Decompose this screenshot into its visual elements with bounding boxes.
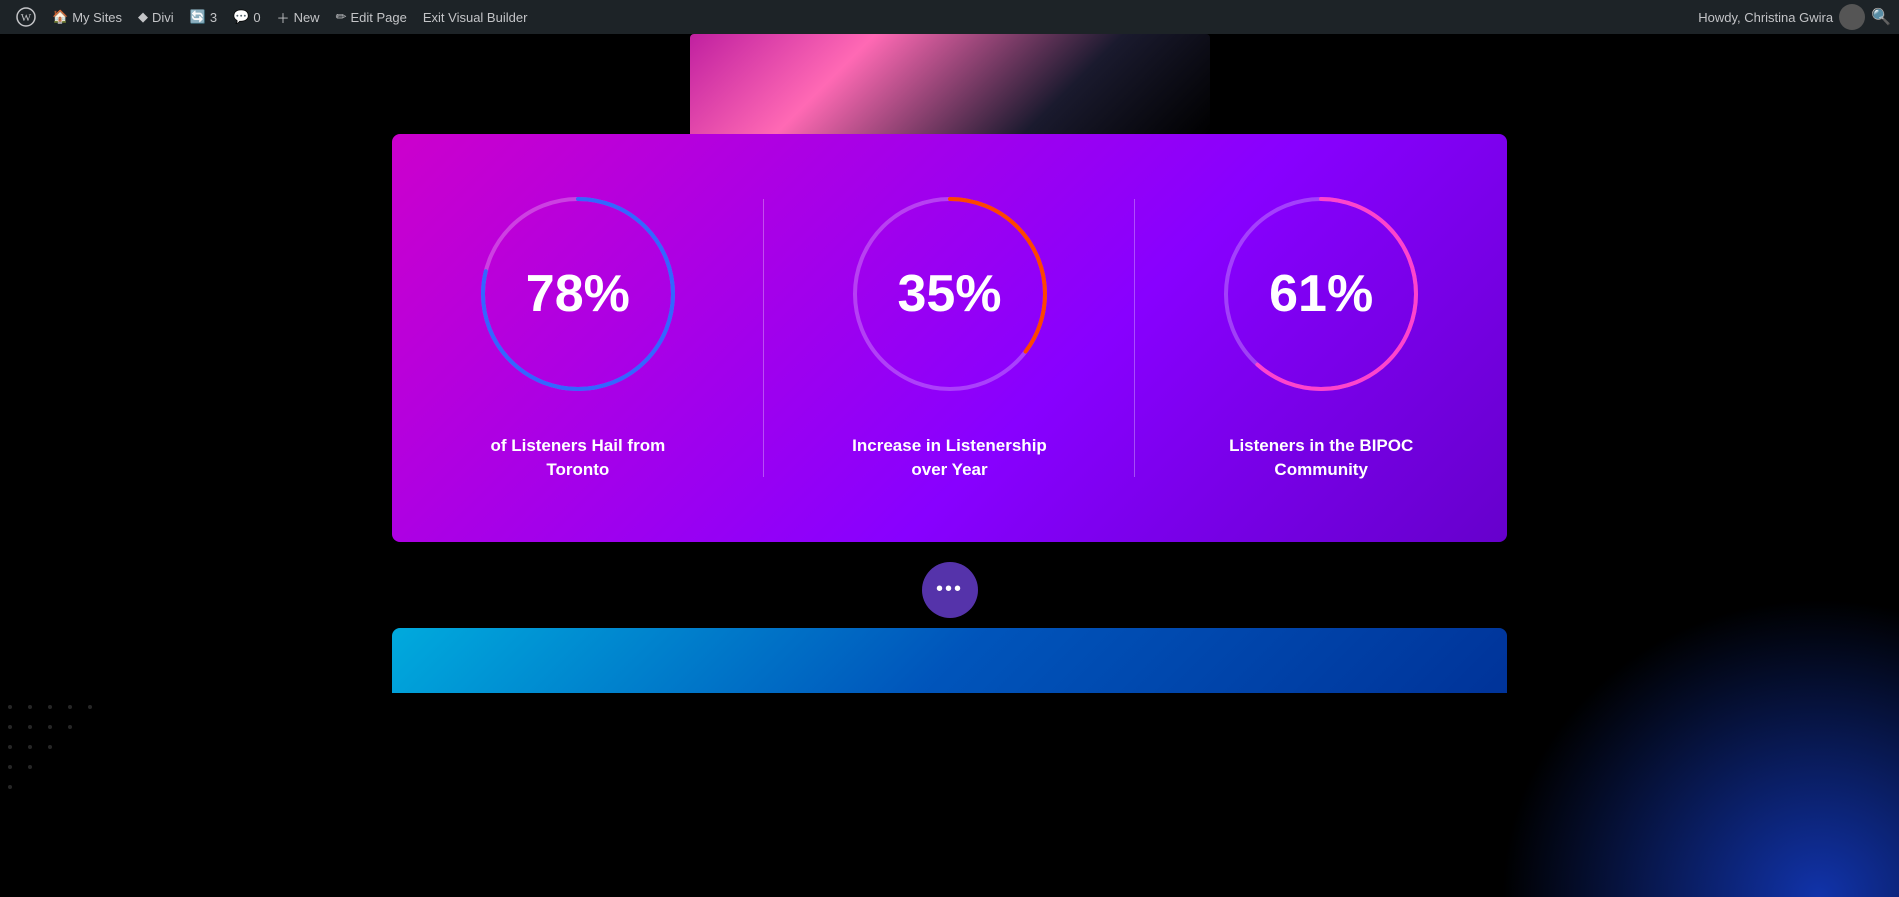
svg-text:W: W — [21, 12, 32, 24]
edit-page-label: Edit Page — [350, 10, 406, 25]
howdy-text: Howdy, Christina Gwira — [1698, 10, 1833, 25]
circle-bipoc: 61% — [1211, 184, 1431, 404]
circle-listenership: 35% — [840, 184, 1060, 404]
exit-visual-builder-button[interactable]: Exit Visual Builder — [415, 0, 536, 34]
stat-value-toronto: 78% — [526, 264, 630, 324]
page-content: 78% of Listeners Hail from Toronto 35% I… — [0, 34, 1899, 897]
hero-image-area — [0, 34, 1899, 134]
stat-item-bipoc: 61% Listeners in the BIPOC Community — [1135, 164, 1507, 512]
edit-page-button[interactable]: ✏ Edit Page — [328, 0, 415, 34]
comments-count: 0 — [253, 10, 260, 25]
next-section-preview — [392, 628, 1507, 693]
stat-label-toronto: of Listeners Hail from Toronto — [468, 434, 688, 482]
divi-label: Divi — [152, 10, 174, 25]
new-menu[interactable]: ＋ New — [269, 0, 328, 34]
search-icon[interactable]: 🔍 — [1871, 7, 1891, 27]
home-icon: 🏠 — [52, 9, 68, 25]
my-sites-label: My Sites — [72, 10, 122, 25]
stat-label-bipoc: Listeners in the BIPOC Community — [1211, 434, 1431, 482]
bottom-area: ••• — [0, 562, 1899, 693]
admin-bar-right: Howdy, Christina Gwira 🔍 — [1698, 4, 1891, 30]
divi-icon: ◆ — [138, 9, 148, 25]
comments-menu[interactable]: 💬 0 — [225, 0, 268, 34]
comments-icon: 💬 — [233, 9, 249, 25]
dots-icon: ••• — [936, 578, 963, 601]
stat-item-toronto: 78% of Listeners Hail from Toronto — [392, 164, 764, 512]
section-settings-button[interactable]: ••• — [922, 562, 978, 618]
decorative-dots — [0, 697, 220, 817]
stat-item-listenership: 35% Increase in Listenership over Year — [764, 164, 1136, 512]
stat-label-listenership: Increase in Listenership over Year — [840, 434, 1060, 482]
wp-logo-button[interactable]: W — [8, 0, 44, 34]
new-label: New — [294, 10, 320, 25]
hero-image — [690, 34, 1210, 134]
admin-bar: W 🏠 My Sites ◆ Divi 🔄 3 💬 0 ＋ New ✏ Edit… — [0, 0, 1899, 34]
divi-menu[interactable]: ◆ Divi — [130, 0, 182, 34]
stat-value-listenership: 35% — [897, 264, 1001, 324]
circle-toronto: 78% — [468, 184, 688, 404]
edit-icon: ✏ — [336, 9, 347, 25]
updates-count: 3 — [210, 10, 217, 25]
avatar[interactable] — [1839, 4, 1865, 30]
stat-value-bipoc: 61% — [1269, 264, 1373, 324]
updates-menu[interactable]: 🔄 3 — [182, 0, 225, 34]
exit-vb-label: Exit Visual Builder — [423, 10, 528, 25]
my-sites-menu[interactable]: 🏠 My Sites — [44, 0, 130, 34]
stats-section: 78% of Listeners Hail from Toronto 35% I… — [392, 134, 1507, 542]
plus-icon: ＋ — [277, 8, 290, 27]
updates-icon: 🔄 — [190, 9, 206, 25]
